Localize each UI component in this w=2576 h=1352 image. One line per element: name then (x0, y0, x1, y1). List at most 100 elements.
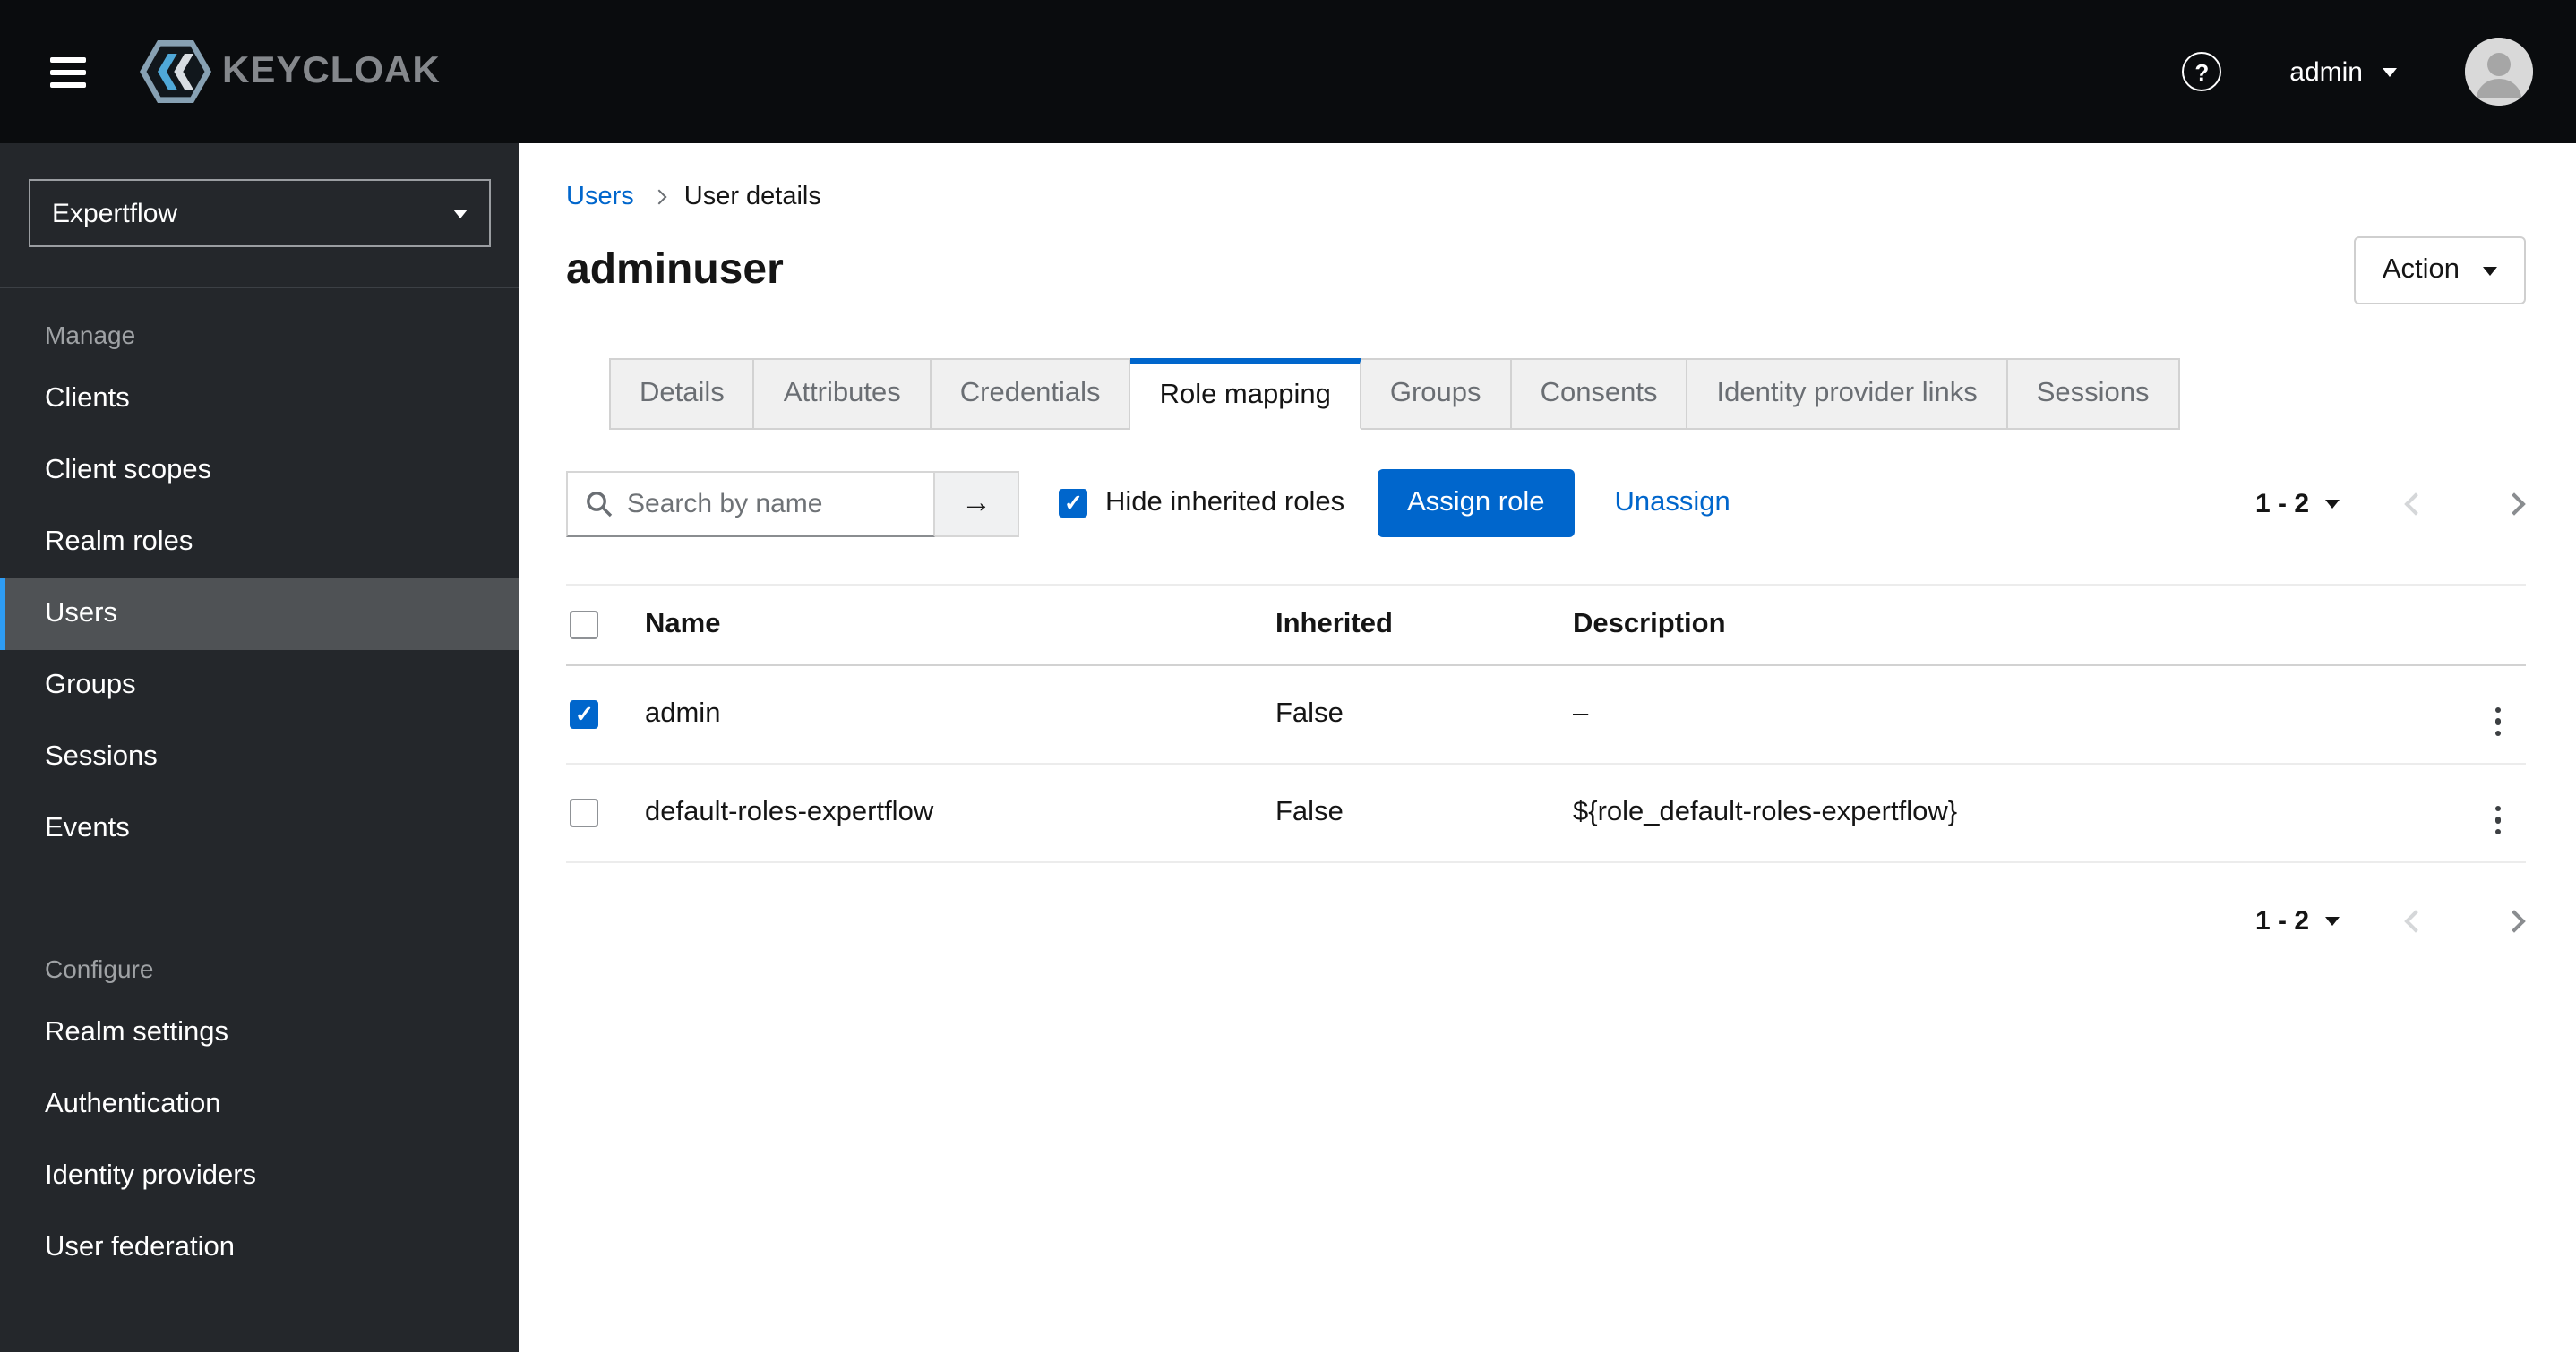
pagination-toggle[interactable]: 1 - 2 (2255, 906, 2340, 937)
sidebar-item-groups[interactable]: Groups (0, 650, 519, 722)
pagination-range: 1 - 2 (2254, 488, 2309, 518)
help-icon: ? (2182, 52, 2222, 91)
tab-identity-provider-links[interactable]: Identity provider links (1687, 358, 2008, 430)
sidebar-item-authentication[interactable]: Authentication (0, 1069, 519, 1141)
title-row: adminuser Action (566, 236, 2526, 304)
tab-role-mapping[interactable]: Role mapping (1130, 358, 1361, 430)
hide-inherited-group: Hide inherited roles (1059, 487, 1344, 519)
sidebar-item-clients[interactable]: Clients (0, 364, 519, 435)
caret-down-icon (2325, 499, 2340, 508)
pagination-prev-button[interactable] (2404, 910, 2427, 933)
tab-bar: Details Attributes Credentials Role mapp… (609, 358, 2526, 430)
col-header-description: Description (1558, 584, 2440, 666)
row-kebab-button[interactable] (2484, 790, 2512, 838)
roles-table: Name Inherited Description admin False – (566, 584, 2526, 863)
sidebar-item-sessions[interactable]: Sessions (0, 722, 519, 793)
pagination-next-button[interactable] (2503, 910, 2526, 933)
page-title: adminuser (566, 245, 784, 294)
realm-selector[interactable]: Expertflow (29, 179, 491, 247)
nav-section-manage-label: Manage (45, 321, 136, 349)
breadcrumb-users-link[interactable]: Users (566, 183, 634, 211)
arrow-right-icon: → (961, 485, 992, 519)
avatar-icon (2465, 38, 2533, 106)
user-menu[interactable]: admin (2289, 56, 2397, 87)
caret-down-icon (2325, 917, 2340, 926)
sidebar-item-users[interactable]: Users (0, 578, 519, 650)
col-header-inherited: Inherited (1261, 584, 1558, 666)
pagination-range: 1 - 2 (2254, 906, 2309, 937)
breadcrumb-current: User details (683, 183, 821, 211)
tab-sessions[interactable]: Sessions (2007, 358, 2180, 430)
sidebar-item-events[interactable]: Events (0, 793, 519, 865)
caret-down-icon (2483, 266, 2497, 275)
tab-consents[interactable]: Consents (1511, 358, 1688, 430)
tab-details[interactable]: Details (609, 358, 755, 430)
hide-inherited-checkbox[interactable] (1059, 489, 1087, 518)
pagination-next-button[interactable] (2503, 492, 2526, 515)
hamburger-icon (50, 56, 86, 87)
sidebar-item-user-federation[interactable]: User federation (0, 1212, 519, 1284)
caret-down-icon (2383, 67, 2397, 76)
table-header-row: Name Inherited Description (566, 584, 2526, 666)
nav-toggle-button[interactable] (25, 29, 111, 115)
row-checkbox[interactable] (570, 699, 598, 729)
action-button[interactable]: Action (2353, 236, 2526, 304)
sidebar-item-client-scopes[interactable]: Client scopes (0, 435, 519, 507)
assign-role-button[interactable]: Assign role (1377, 469, 1576, 537)
hide-inherited-label[interactable]: Hide inherited roles (1105, 487, 1344, 519)
search-box (566, 470, 935, 536)
chevron-right-icon (2503, 492, 2526, 515)
pagination-prev-button[interactable] (2404, 492, 2427, 515)
table-row: default-roles-expertflow False ${role_de… (566, 764, 2526, 863)
pagination-nav (2404, 492, 2526, 515)
masthead-right: ? admin (2182, 38, 2533, 106)
tab-attributes[interactable]: Attributes (754, 358, 932, 430)
search: → (566, 470, 1019, 536)
unassign-link[interactable]: Unassign (1614, 487, 1730, 519)
search-submit-button[interactable]: → (935, 470, 1019, 536)
tab-groups[interactable]: Groups (1361, 358, 1512, 430)
sidebar-item-identity-providers[interactable]: Identity providers (0, 1141, 519, 1212)
sidebar-item-realm-settings[interactable]: Realm settings (0, 997, 519, 1069)
nav-section-configure: Configure Realm settings Authentication … (0, 922, 519, 1284)
nav-section-configure-label: Configure (45, 954, 154, 983)
row-checkbox[interactable] (570, 798, 598, 827)
role-inherited: False (1261, 764, 1558, 863)
keycloak-admin-console: KEYCLOAK ? admin Expertflow Manage Clien… (0, 0, 2576, 1352)
table-row: admin False – (566, 665, 2526, 765)
col-header-name: Name (631, 584, 1261, 666)
breadcrumb: Users User details (566, 183, 2526, 211)
realm-name: Expertflow (52, 198, 178, 228)
bottom-bar: 1 - 2 (566, 906, 2526, 937)
pagination-toggle[interactable]: 1 - 2 (2255, 488, 2340, 518)
brand-text: KEYCLOAK (222, 50, 441, 91)
kebab-icon (2484, 703, 2512, 740)
search-input[interactable] (566, 470, 935, 536)
row-kebab-button[interactable] (2484, 691, 2512, 740)
nav-section-manage: Manage Clients Client scopes Realm roles… (0, 288, 519, 865)
toolbar: → Hide inherited roles Assign role Unass… (566, 469, 2526, 537)
avatar[interactable] (2465, 38, 2533, 106)
sidebar: Expertflow Manage Clients Client scopes … (0, 143, 519, 1352)
kebab-icon (2484, 801, 2512, 838)
select-all-checkbox[interactable] (570, 610, 598, 639)
pagination-bottom: 1 - 2 (2255, 906, 2526, 937)
realm-selector-block: Expertflow (0, 143, 519, 288)
tab-credentials[interactable]: Credentials (931, 358, 1131, 430)
keycloak-logo-icon (140, 40, 211, 103)
chevron-left-icon (2404, 910, 2427, 933)
role-name: default-roles-expertflow (631, 764, 1261, 863)
pagination-top: 1 - 2 (2255, 488, 2526, 518)
role-description: – (1558, 665, 2440, 765)
sidebar-item-realm-roles[interactable]: Realm roles (0, 507, 519, 578)
username: admin (2289, 56, 2363, 87)
caret-down-icon (453, 209, 468, 218)
chevron-left-icon (2404, 492, 2427, 515)
chevron-right-icon (2503, 910, 2526, 933)
keycloak-logo: KEYCLOAK (140, 34, 441, 109)
help-button[interactable]: ? (2182, 52, 2222, 91)
search-icon (587, 491, 613, 517)
role-inherited: False (1261, 665, 1558, 765)
action-button-label: Action (2382, 254, 2460, 285)
role-description: ${role_default-roles-expertflow} (1558, 764, 2440, 863)
